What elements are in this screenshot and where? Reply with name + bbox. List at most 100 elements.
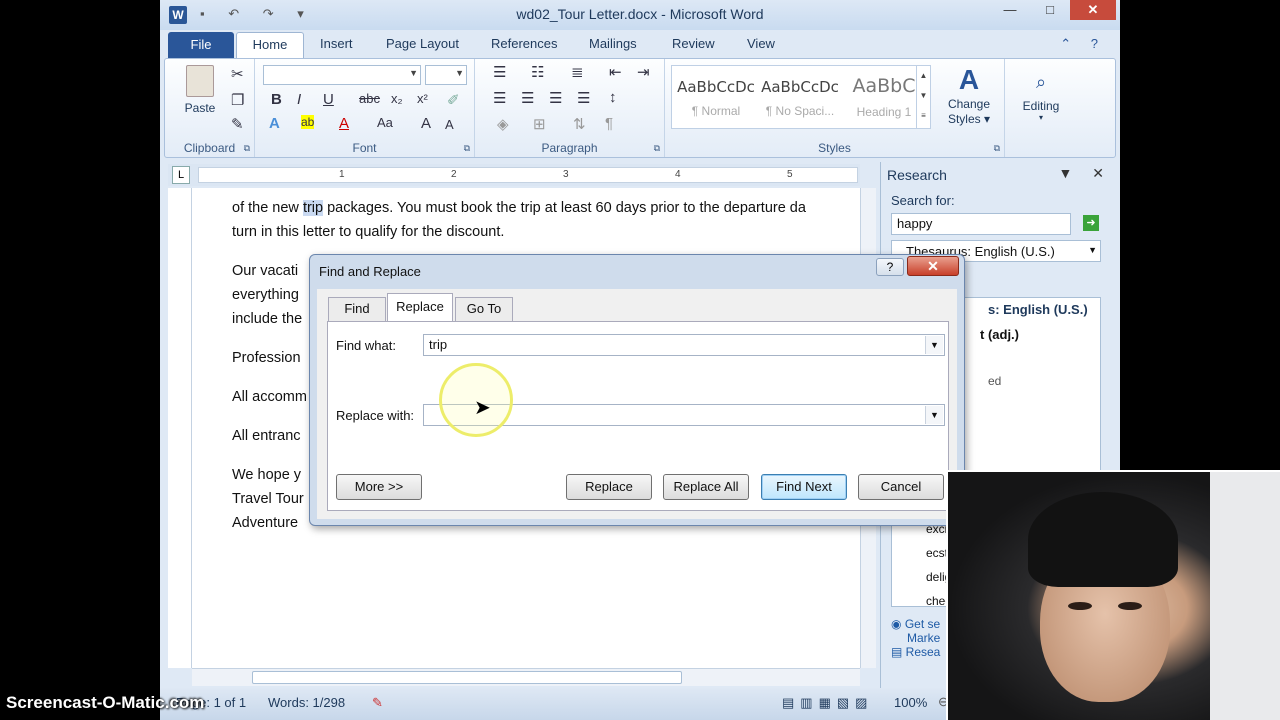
styles-scroll-icon[interactable]: ▲ ▼ ≡ — [916, 66, 930, 128]
webcam-background — [1210, 472, 1280, 720]
font-size-combo[interactable]: ▼ — [425, 65, 467, 85]
close-button[interactable]: ✕ — [1070, 0, 1116, 20]
horizontal-scrollbar[interactable] — [192, 668, 860, 686]
title-bar: W ▪ ↶ ↷ ▾ wd02_Tour Letter.docx - Micros… — [160, 0, 1120, 30]
research-title: Research — [887, 167, 947, 183]
italic-icon[interactable]: I — [297, 91, 301, 108]
find-what-input[interactable]: trip ▼ — [423, 334, 945, 356]
tab-page-layout[interactable]: Page Layout — [386, 36, 459, 51]
bold-icon[interactable]: B — [271, 91, 282, 108]
marketplace-link[interactable]: Marke — [891, 631, 940, 645]
text-run: Our vacati — [232, 263, 299, 279]
styles-group-label: Styles ⧉ — [818, 141, 1000, 155]
ribbon: Paste ✂ ❐ ✎ Clipboard ⧉ ▼ ▼ B I U abc x₂ … — [164, 58, 1116, 158]
change-styles-label: Change Styles — [947, 97, 991, 126]
tab-find[interactable]: Find — [328, 297, 386, 321]
research-options-link[interactable]: ▤ Resea — [891, 645, 940, 659]
font-color-icon[interactable]: A — [339, 115, 349, 132]
text-effects-icon[interactable]: A — [269, 115, 280, 132]
borders-icon[interactable]: ⊞ — [533, 115, 546, 133]
replace-all-button[interactable]: Replace All — [663, 474, 749, 500]
subscript-icon[interactable]: x₂ — [391, 91, 403, 106]
tab-home[interactable]: Home — [236, 32, 304, 59]
shrink-font-icon[interactable]: A — [445, 117, 454, 132]
more-button[interactable]: More >> — [336, 474, 422, 500]
styles-launcher-icon[interactable]: ⧉ — [994, 143, 1000, 154]
clear-formatting-icon[interactable]: ✐ — [447, 91, 460, 109]
clipboard-launcher-icon[interactable]: ⧉ — [244, 143, 250, 154]
tab-file[interactable]: File — [168, 32, 234, 58]
tab-insert[interactable]: Insert — [320, 36, 353, 51]
tab-mailings[interactable]: Mailings — [589, 36, 637, 51]
underline-icon[interactable]: U — [323, 91, 334, 108]
strikethrough-icon[interactable]: abc — [359, 91, 380, 106]
dialog-close-icon[interactable]: ✕ — [907, 256, 959, 276]
copy-icon[interactable]: ❐ — [231, 91, 244, 109]
align-left-icon[interactable]: ☰ — [493, 89, 506, 107]
show-hide-icon[interactable]: ¶ — [605, 115, 613, 132]
grow-font-icon[interactable]: A — [421, 115, 431, 132]
style-no-spacing[interactable]: AaBbCcDc ¶ No Spaci... — [758, 70, 842, 126]
ribbon-tabs: File Home Insert Page Layout References … — [160, 30, 1120, 59]
research-search-input[interactable]: happy — [891, 213, 1071, 235]
minimize-button[interactable]: — — [990, 0, 1030, 20]
dialog-title: Find and Replace — [319, 264, 421, 279]
tab-view[interactable]: View — [747, 36, 775, 51]
cancel-button[interactable]: Cancel — [858, 474, 944, 500]
replace-panel: Find what: trip ▼ Replace with: ▼ More >… — [327, 321, 949, 511]
shading-icon[interactable]: ◈ — [497, 115, 509, 133]
start-search-icon[interactable]: ➜ — [1083, 215, 1099, 231]
align-center-icon[interactable]: ☰ — [521, 89, 534, 107]
font-name-combo[interactable]: ▼ — [263, 65, 421, 85]
font-launcher-icon[interactable]: ⧉ — [464, 143, 470, 154]
multilevel-list-icon[interactable]: ≣ — [571, 63, 584, 81]
justify-icon[interactable]: ☰ — [577, 89, 590, 107]
style-heading-1[interactable]: AaBbC Heading 1 — [842, 70, 926, 126]
chevron-down-icon[interactable]: ▼ — [925, 336, 943, 354]
cut-icon[interactable]: ✂ — [231, 65, 244, 83]
ribbon-help-icons[interactable]: ⌃ ? — [1060, 36, 1106, 52]
style-no-spacing-preview: AaBbCcDc — [761, 78, 839, 96]
replace-button[interactable]: Replace — [566, 474, 652, 500]
tab-references[interactable]: References — [491, 36, 557, 51]
chevron-down-icon[interactable]: ▼ — [925, 406, 943, 424]
find-next-button[interactable]: Find Next — [761, 474, 847, 500]
editing-chevron-icon: ▾ — [1038, 113, 1043, 122]
vertical-ruler[interactable] — [168, 188, 192, 668]
horizontal-ruler[interactable]: 1 2 3 4 5 — [198, 167, 858, 183]
format-painter-icon[interactable]: ✎ — [231, 115, 244, 133]
change-case-icon[interactable]: Aa — [377, 115, 393, 130]
style-normal[interactable]: AaBbCcDc ¶ Normal — [674, 70, 758, 126]
change-styles-button[interactable]: A Change Styles ▾ — [941, 63, 997, 127]
tab-replace[interactable]: Replace — [387, 293, 453, 322]
proofing-icon[interactable]: ✎ — [372, 695, 383, 711]
research-pane-controls[interactable]: ▼ ✕ — [1059, 165, 1112, 182]
align-right-icon[interactable]: ☰ — [549, 89, 562, 107]
change-styles-icon: A — [958, 64, 980, 95]
editing-label: Editing — [1022, 99, 1060, 113]
dialog-help-icon[interactable]: ? — [876, 258, 904, 276]
view-buttons[interactable]: ▤▥▦▧▨ — [782, 695, 873, 711]
tab-review[interactable]: Review — [672, 36, 715, 51]
highlight-icon[interactable]: ab — [301, 115, 315, 129]
get-services-link[interactable]: ◉ Get se — [891, 617, 940, 631]
zoom-level[interactable]: 100% — [894, 695, 927, 710]
editing-button[interactable]: ⌕ Editing ▾ — [1011, 65, 1071, 122]
tab-selector-icon[interactable]: L — [172, 166, 190, 184]
paste-label: Paste — [184, 101, 216, 115]
maximize-button[interactable]: □ — [1030, 0, 1070, 20]
text-run: packages. You must book the trip at leas… — [323, 200, 806, 216]
paragraph-launcher-icon[interactable]: ⧉ — [654, 143, 660, 154]
tab-go-to[interactable]: Go To — [455, 297, 513, 321]
mouse-pointer-icon: ➤ — [474, 397, 491, 419]
increase-indent-icon[interactable]: ⇥ — [637, 63, 650, 81]
sort-icon[interactable]: ⇅ — [573, 115, 586, 133]
bullets-icon[interactable]: ☰ — [493, 63, 506, 81]
numbering-icon[interactable]: ☷ — [531, 63, 544, 81]
word-count[interactable]: Words: 1/298 — [268, 695, 345, 710]
superscript-icon[interactable]: x² — [417, 91, 428, 106]
paste-button[interactable]: Paste — [175, 65, 225, 115]
decrease-indent-icon[interactable]: ⇤ — [609, 63, 622, 81]
line-spacing-icon[interactable]: ↕ — [609, 89, 617, 106]
scroll-thumb[interactable] — [252, 671, 682, 684]
